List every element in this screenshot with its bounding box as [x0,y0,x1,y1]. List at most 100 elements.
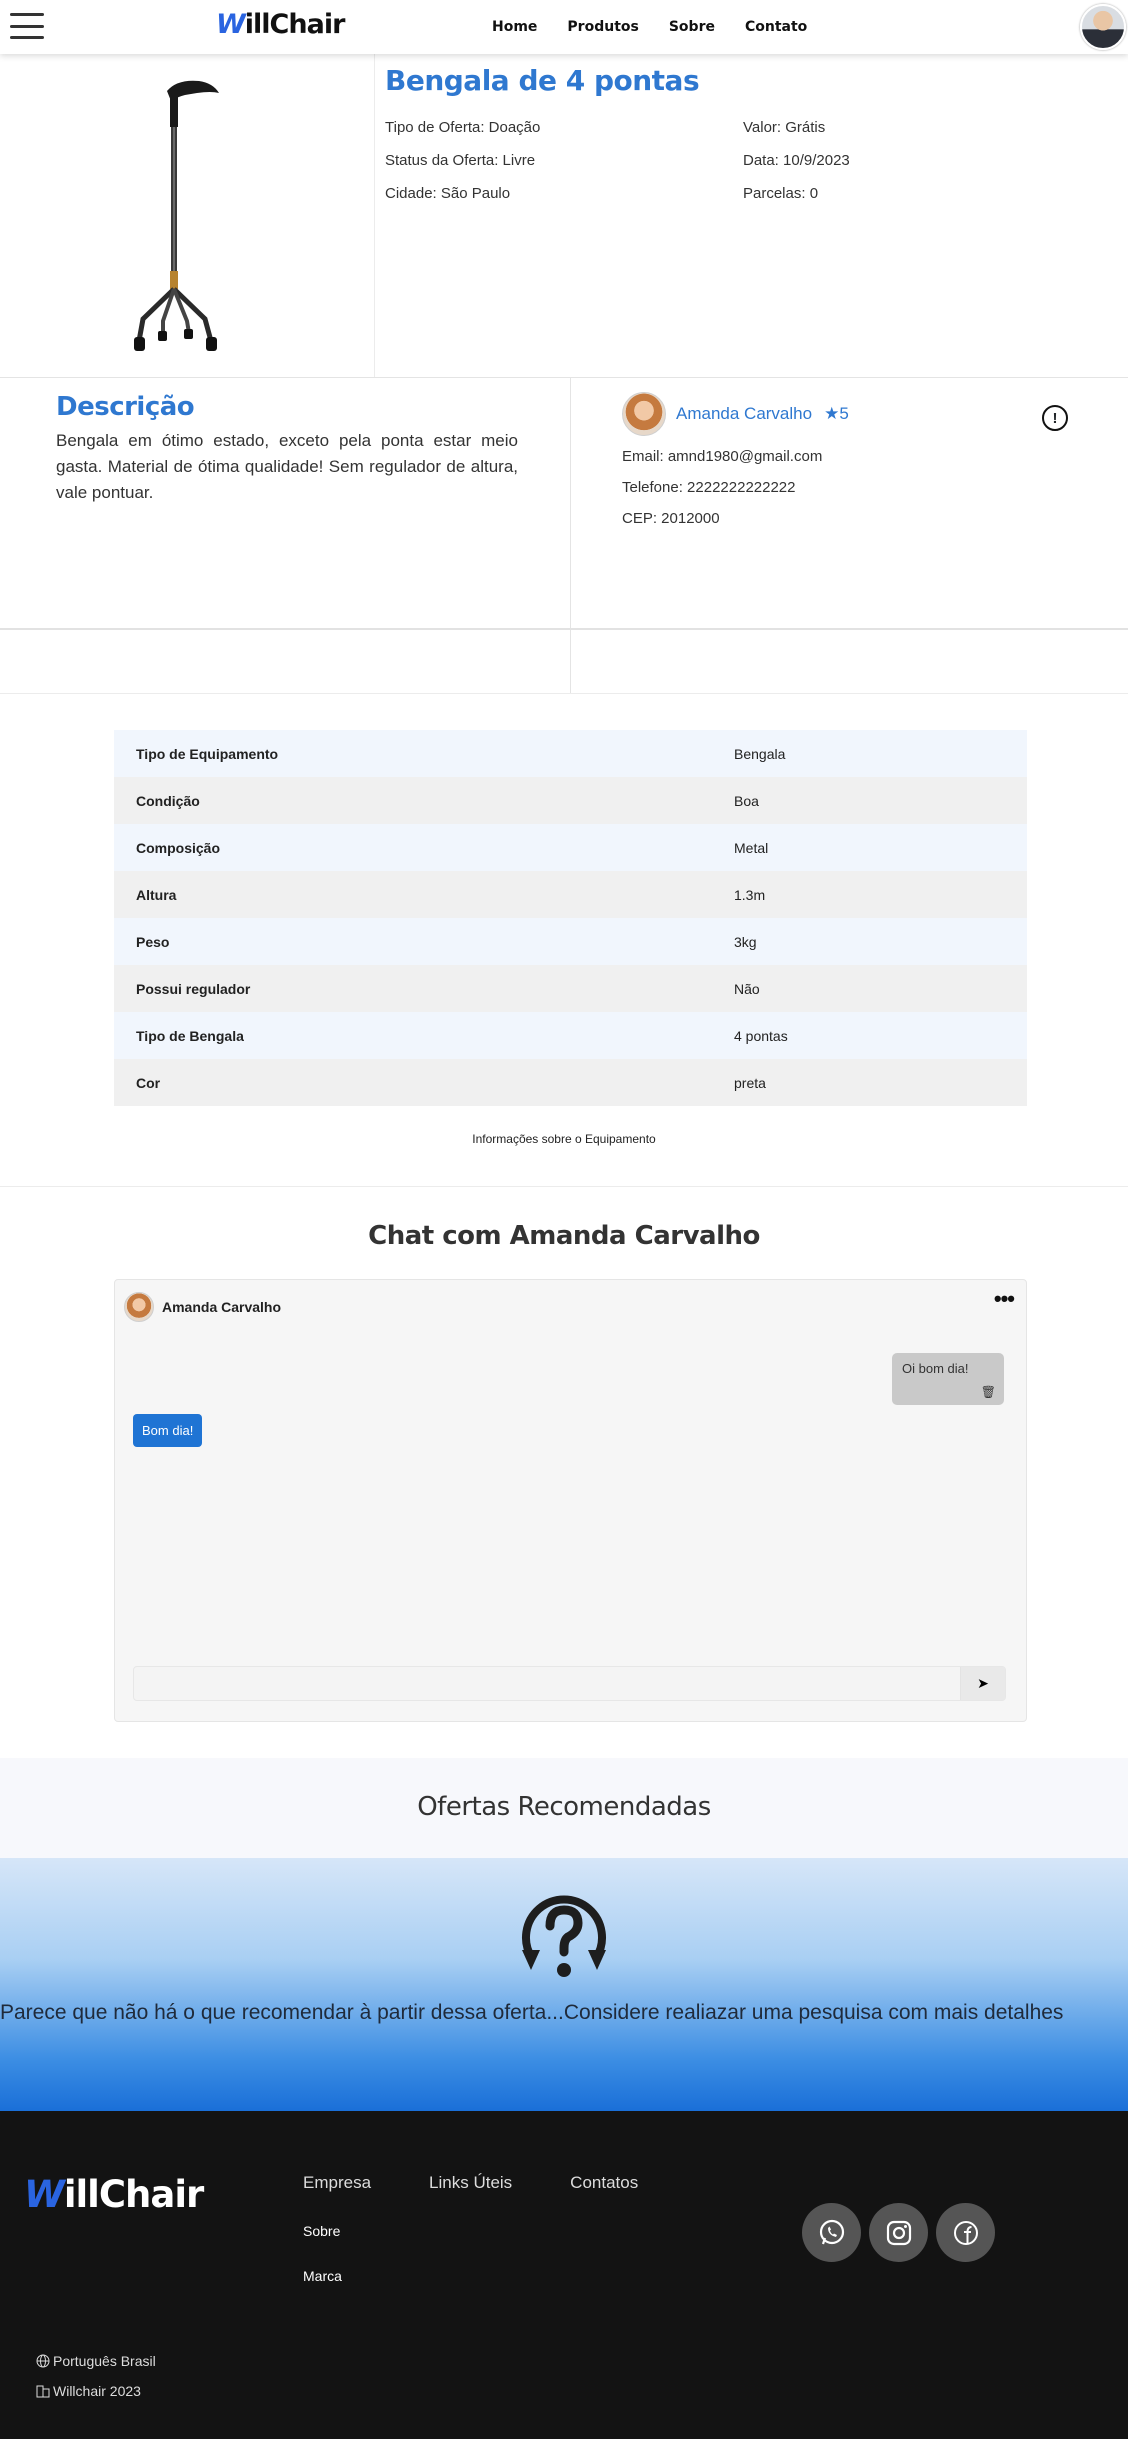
chat-contact-avatar [124,1292,154,1322]
spec-value: 4 pontas [734,1027,788,1044]
table-row: Possui regulador Não [114,965,1027,1012]
globe-icon [36,2354,50,2368]
footer: WillChair Empresa Links Úteis Contatos S… [0,2111,1128,2439]
spec-key: Tipo de Equipamento [136,745,279,762]
nav-home-link[interactable]: Home [492,19,537,35]
specs-table: Tipo de Equipamento Bengala Condição Boa Com… [114,730,1027,1106]
copyright-text: Willchair 2023 [53,2383,141,2399]
chat-header: Amanda Carvalho [124,1292,281,1322]
menu-icon[interactable] [10,13,44,39]
offer-installments: Parcelas: 0 [743,185,819,202]
cane-image [134,80,219,351]
seller-rating: ★5 [824,404,849,423]
trash-icon[interactable]: 🗑 [981,1385,996,1399]
sent-message: Oi bom dia! 🗑 [892,1353,1004,1405]
specs-section: Tipo de Equipamento Bengala Condição Boa Com… [0,694,1128,1106]
chat-title: Chat com Amanda Carvalho [368,1221,760,1251]
chat-menu-icon[interactable]: ••• [994,1288,1015,1310]
table-row: Composição Metal [114,824,1027,871]
offer-status: Status da Oferta: Livre [385,152,536,169]
chat-section: Chat com Amanda Carvalho Amanda Carvalho… [0,1221,1128,1722]
user-avatar[interactable] [1080,4,1126,50]
product-info: Bengala de 4 pontas Tipo de Oferta: Doaç… [375,54,1128,377]
table-row: Peso 3kg [114,918,1027,965]
offer-date: Data: 10/9/2023 [743,152,850,169]
sent-message-text: Oi bom dia! [902,1361,969,1376]
footer-columns: Empresa Links Úteis Contatos [303,2173,638,2193]
description-panel: Descrição Bengala em ótimo estado, excet… [0,378,571,628]
spec-value: Boa [734,792,759,809]
nav-sobre-link[interactable]: Sobre [669,19,715,35]
spec-key: Composição [136,839,221,856]
recommended-empty-state: Parece que não há o que recomendar à par… [0,1858,1128,2111]
building-icon [36,2385,50,2398]
footer-heading-links: Links Úteis [429,2173,513,2192]
received-message: Bom dia! [133,1414,203,1447]
language-selector[interactable]: Português Brasil [36,2353,156,2369]
instagram-icon[interactable] [869,2203,928,2262]
offer-city: Cidade: São Paulo [385,185,511,202]
footer-heading-empresa: Empresa [303,2173,372,2192]
seller-email: Email: amnd1980@gmail.com [622,448,823,465]
table-row: Tipo de Equipamento Bengala [114,730,1027,777]
whatsapp-icon[interactable] [802,2203,861,2262]
main-nav: Home Produtos Sobre Contato [492,19,807,35]
footer-heading-contatos: Contatos [570,2173,639,2192]
send-button[interactable]: ➤ [960,1667,1005,1700]
footer-brand-logo[interactable]: WillChair [24,2173,204,2216]
seller-name[interactable]: Amanda Carvalho [676,404,812,424]
table-row: Cor preta [114,1059,1027,1106]
facebook-icon[interactable] [936,2203,995,2262]
spec-value: Não [734,980,760,997]
question-icon [522,1895,606,1977]
recommended-title: Ofertas Recomendadas [0,1758,1128,1858]
recommended-empty-message: Parece que não há o que recomendar à par… [0,2001,1064,2024]
brand-logo[interactable]: WillChair [216,9,345,40]
spec-value: Metal [734,839,769,856]
description-text: Bengala em ótimo estado, exceto pela pon… [56,431,518,502]
nav-produtos-link[interactable]: Produtos [567,19,638,35]
social-links [802,2203,995,2262]
spec-value: 3kg [734,933,757,950]
footer-link-sobre[interactable]: Sobre [303,2223,342,2239]
product-title: Bengala de 4 pontas [385,64,700,97]
footer-links: Sobre Marca [303,2223,342,2313]
star-icon: ★ [824,404,840,423]
empty-row [0,630,1128,694]
nav-contato-link[interactable]: Contato [745,19,807,35]
table-row: Condição Boa [114,777,1027,824]
spec-key: Possui regulador [136,980,251,997]
specs-caption: Informações sobre o Equipamento [472,1132,656,1146]
language-label: Português Brasil [53,2353,156,2369]
spec-value: preta [734,1074,766,1091]
spec-value: Bengala [734,745,786,762]
chat-box: Amanda Carvalho ••• Oi bom dia! 🗑 Bom di… [114,1279,1027,1722]
description-section: Descrição Bengala em ótimo estado, excet… [0,378,1128,630]
seller-phone: Telefone: 2222222222222 [622,479,796,496]
spec-value: 1.3m [734,886,766,903]
report-icon[interactable]: ! [1042,405,1068,431]
seller-avatar[interactable] [622,392,666,436]
offer-value: Valor: Grátis [743,119,826,136]
seller-cep: CEP: 2012000 [622,510,720,527]
product-section: Bengala de 4 pontas Tipo de Oferta: Doaç… [0,54,1128,378]
description-heading: Descrição [56,392,195,422]
spec-key: Altura [136,886,177,903]
spec-key: Cor [136,1074,161,1091]
table-row: Altura 1.3m [114,871,1027,918]
product-details: Tipo de Oferta: Doação Valor: Grátis Sta… [385,119,1128,202]
footer-link-marca[interactable]: Marca [303,2268,342,2284]
navbar: WillChair Home Produtos Sobre Contato [0,0,1128,54]
offer-type: Tipo de Oferta: Doação [385,119,541,136]
chat-contact-name: Amanda Carvalho [162,1299,282,1315]
recommended-section: Ofertas Recomendadas Parece que não há o… [0,1758,1128,2111]
spec-key: Peso [136,933,170,950]
copyright: Willchair 2023 [36,2383,141,2399]
product-image [0,54,375,377]
divider [0,1186,1128,1187]
chat-input-group: ➤ [133,1666,1006,1701]
spec-key: Tipo de Bengala [136,1027,244,1044]
spec-key: Condição [136,792,200,809]
seller-panel: Amanda Carvalho ★5 ! Email: amnd1980@gma… [571,378,1128,628]
chat-message-input[interactable] [134,1667,960,1700]
